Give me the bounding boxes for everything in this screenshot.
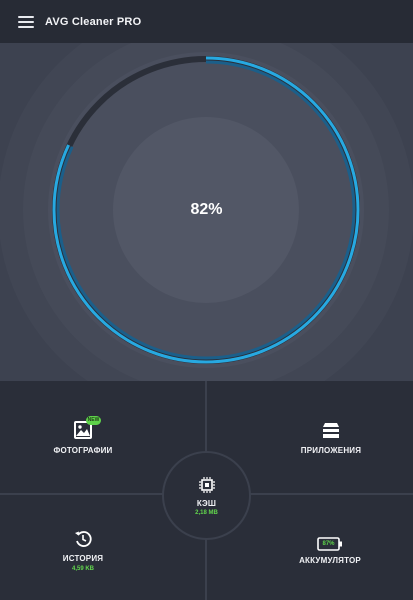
cache-size: 2,18 MB: [195, 509, 218, 516]
history-tile[interactable]: ИСТОРИЯ 4,59 KB: [40, 530, 126, 572]
battery-tile[interactable]: 87% АККУМУЛЯТОР: [286, 537, 374, 565]
menu-icon[interactable]: [18, 15, 34, 28]
apps-tile[interactable]: ПРИЛОЖЕНИЯ: [288, 420, 374, 455]
gauge-percent: 82%: [190, 201, 223, 218]
new-badge: NEW: [86, 416, 101, 425]
photos-label: ФОТОГРАФИИ: [53, 446, 113, 455]
chip-icon: [198, 476, 215, 493]
app-bar: AVG Cleaner PRO: [0, 0, 413, 43]
cache-label: КЭШ: [196, 498, 217, 508]
history-size: 4,59 KB: [71, 566, 94, 572]
storage-gauge-panel: 82%: [0, 43, 413, 381]
battery-icon: 87%: [317, 537, 343, 551]
apps-label: ПРИЛОЖЕНИЯ: [300, 446, 362, 455]
apps-stack-icon: [323, 423, 339, 438]
battery-label: АККУМУЛЯТОР: [299, 556, 361, 565]
app-title: AVG Cleaner PRO: [45, 15, 142, 28]
history-label: ИСТОРИЯ: [62, 554, 104, 563]
history-icon: [75, 531, 92, 547]
cache-button[interactable]: КЭШ 2,18 MB: [162, 451, 251, 540]
battery-level: 87%: [322, 541, 335, 547]
photos-tile[interactable]: ФОТОГРАФИИ: [40, 420, 126, 455]
